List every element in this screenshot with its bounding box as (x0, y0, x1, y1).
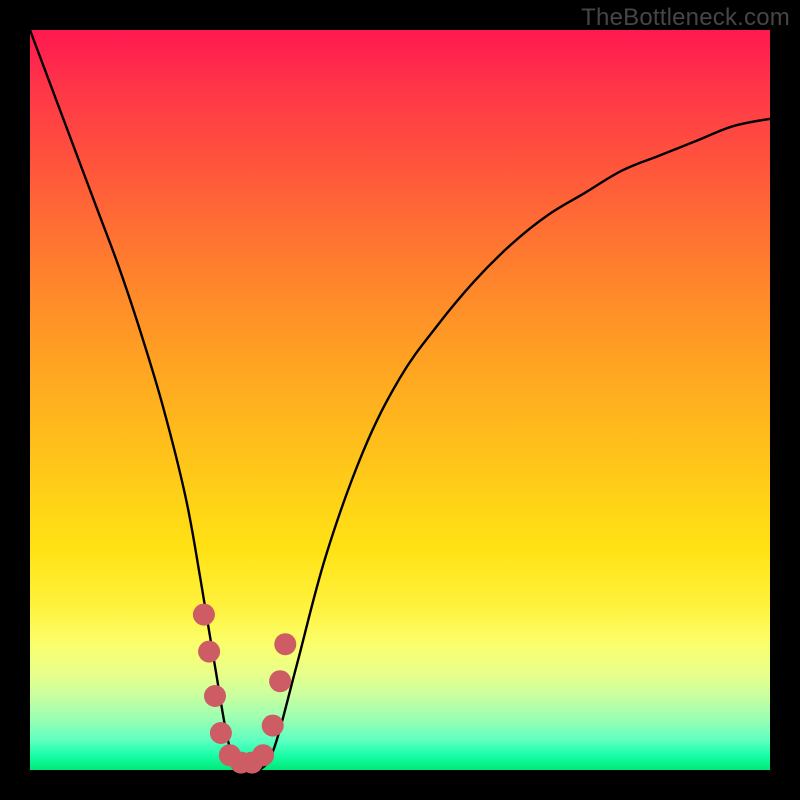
curve-marker (204, 685, 226, 707)
bottleneck-curve (30, 30, 770, 770)
curve-marker (193, 604, 215, 626)
curve-marker (252, 744, 274, 766)
chart-frame: TheBottleneck.com (0, 0, 800, 800)
curve-marker (198, 641, 220, 663)
curve-marker (269, 670, 291, 692)
curve-marker (274, 633, 296, 655)
watermark-text: TheBottleneck.com (581, 4, 790, 32)
curve-marker (210, 722, 232, 744)
plot-area (30, 30, 770, 770)
curve-marker (262, 715, 284, 737)
